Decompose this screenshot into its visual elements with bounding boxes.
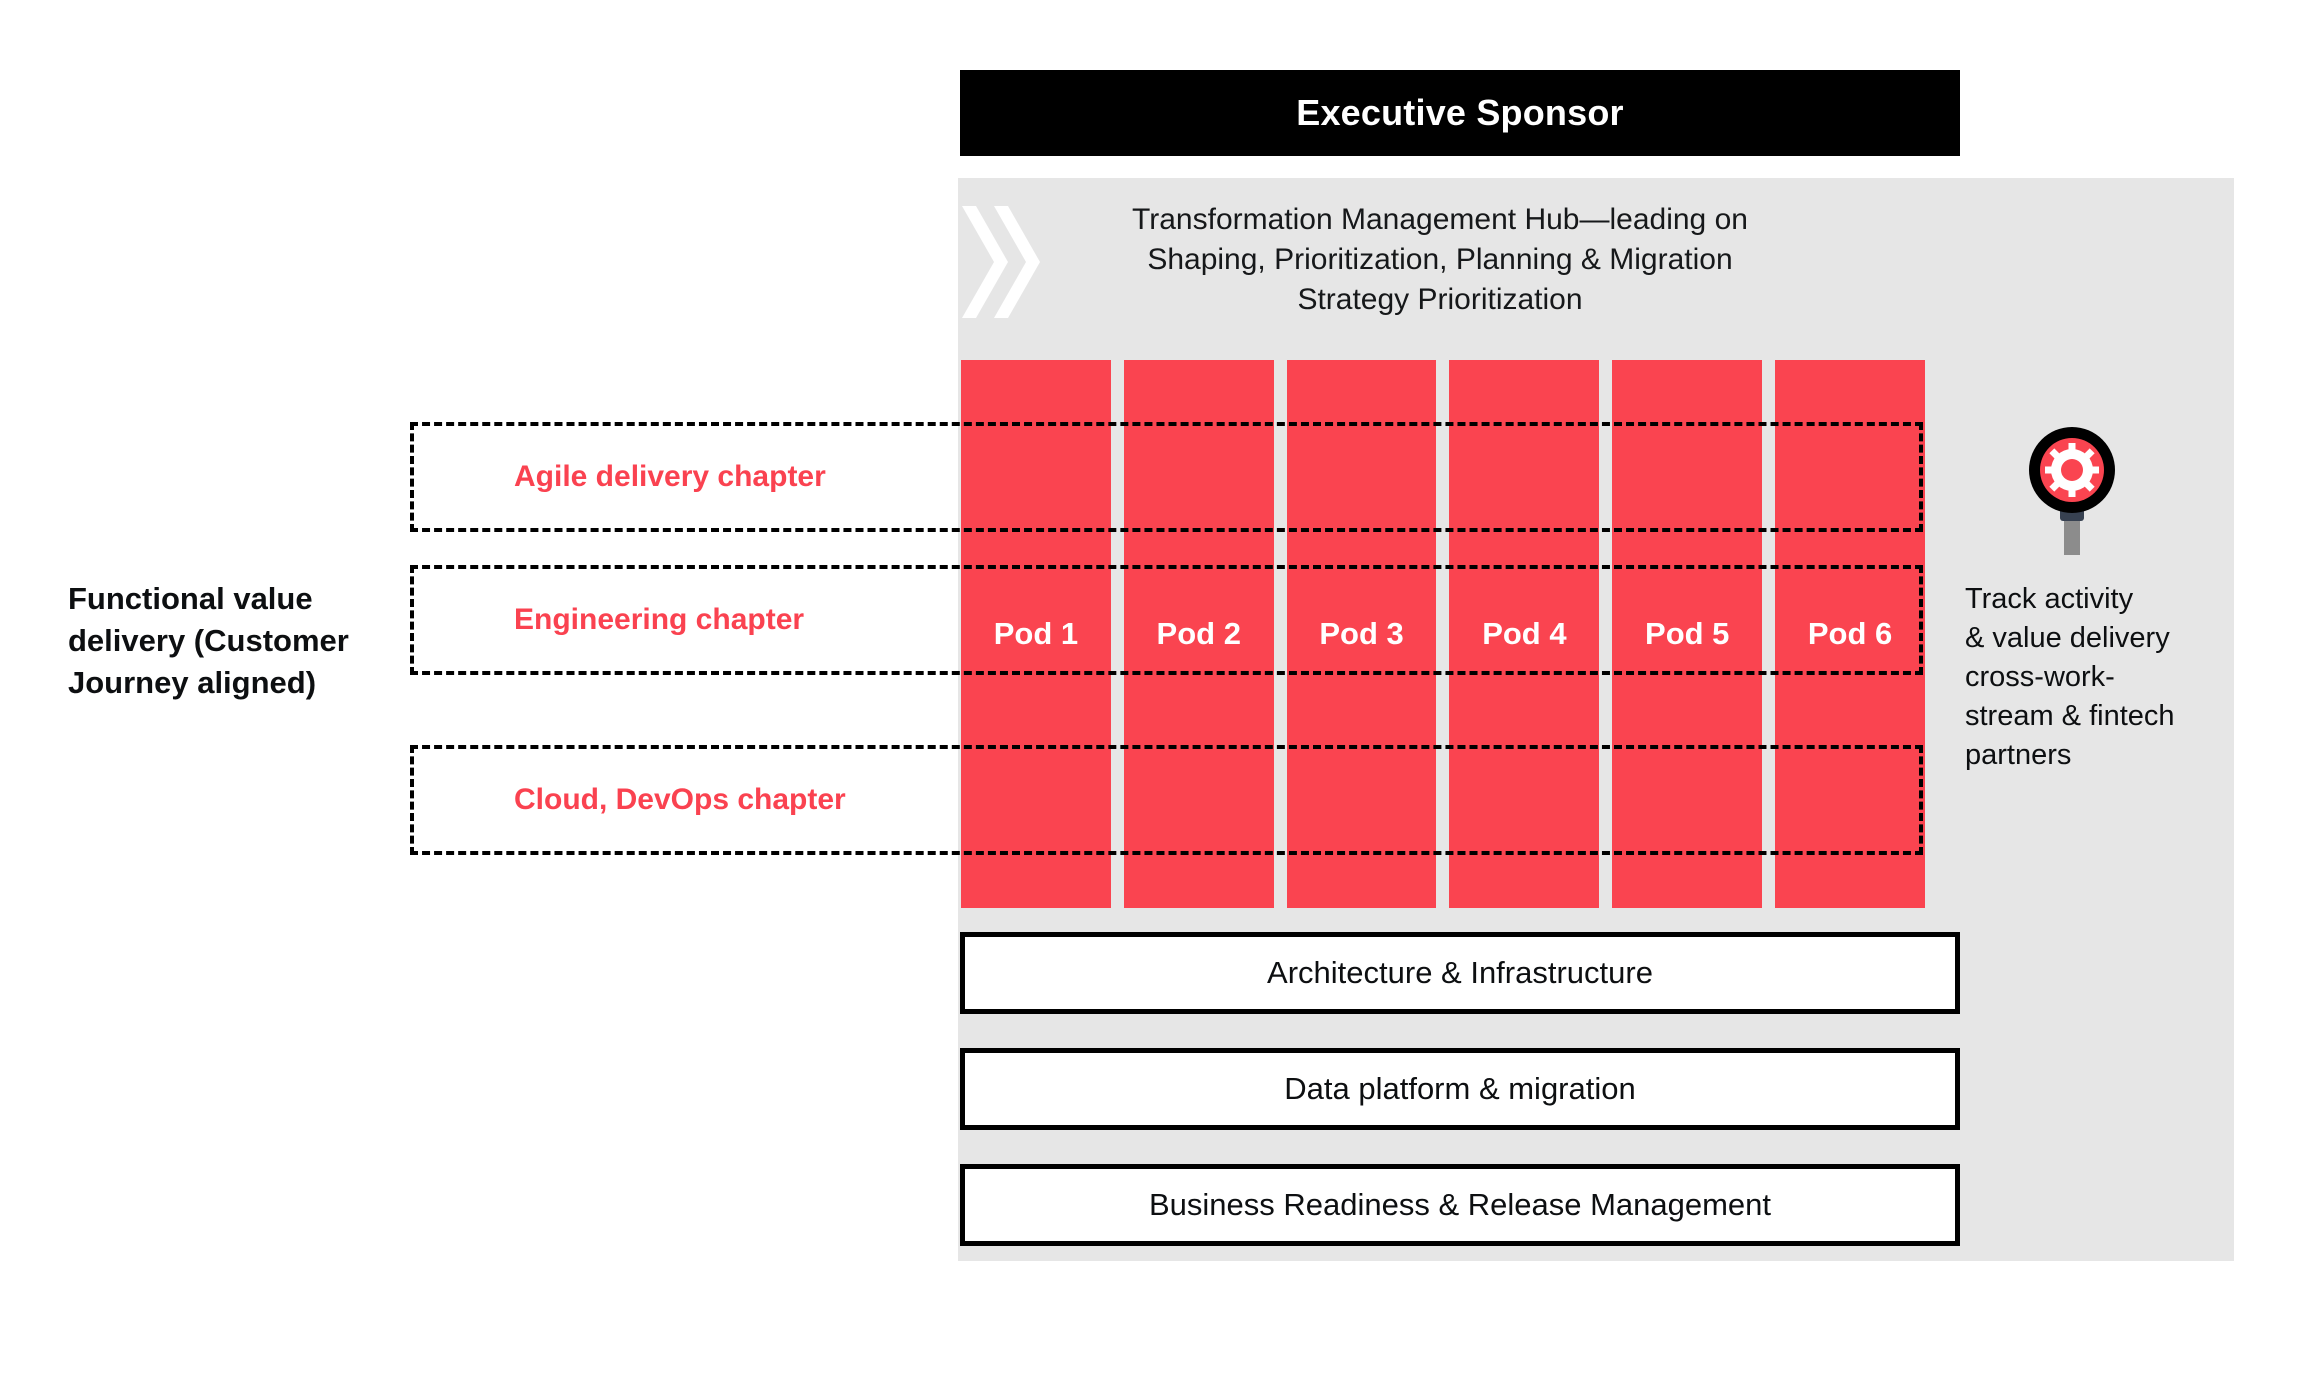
chapter-row-agile-delivery: Agile delivery chapter <box>410 422 1923 532</box>
functional-value-delivery-caption: Functional value delivery (Customer Jour… <box>68 581 349 700</box>
chapter-row-engineering: Engineering chapter <box>410 565 1923 675</box>
chapter-row-cloud-devops: Cloud, DevOps chapter <box>410 745 1923 855</box>
bottom-bar-label: Architecture & Infrastructure <box>1267 955 1653 990</box>
bottom-bar-architecture-infrastructure[interactable]: Architecture & Infrastructure <box>960 932 1960 1014</box>
chapter-label: Agile delivery chapter <box>514 460 826 493</box>
executive-sponsor-label: Executive Sponsor <box>1296 92 1624 133</box>
chapter-label: Engineering chapter <box>514 603 805 636</box>
chapter-label: Cloud, DevOps chapter <box>514 783 846 816</box>
bottom-bar-business-readiness-release[interactable]: Business Readiness & Release Management <box>960 1164 1960 1246</box>
transformation-hub-title: Transformation Management Hub—leading on… <box>1132 203 1748 316</box>
double-chevron-right-icon <box>962 206 1040 318</box>
bottom-bar-label: Data platform & migration <box>1284 1071 1636 1106</box>
track-activity-caption: Track activity & value delivery cross-wo… <box>1965 583 2175 771</box>
executive-sponsor-banner: Executive Sponsor <box>960 70 1960 156</box>
diagram-canvas: Executive Sponsor Transformation Managem… <box>0 0 2307 1400</box>
magnifier-gear-icon <box>2029 427 2115 555</box>
bottom-bar-data-platform-migration[interactable]: Data platform & migration <box>960 1048 1960 1130</box>
bottom-bar-label: Business Readiness & Release Management <box>1148 1187 1772 1222</box>
